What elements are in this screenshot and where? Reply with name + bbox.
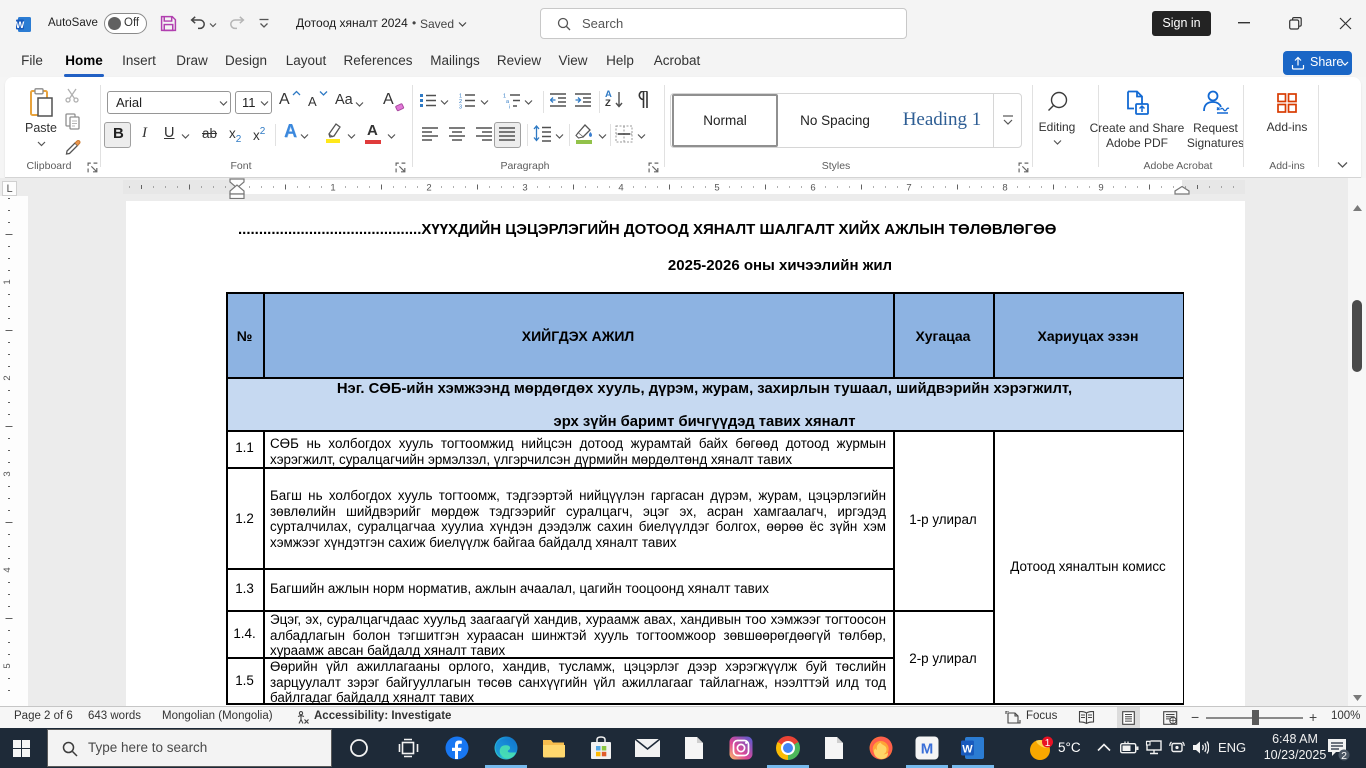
svg-text:3: 3 [522,183,527,194]
svg-text:M: M [921,741,934,758]
svg-text:3: 3 [2,471,13,476]
svg-text:6: 6 [810,183,815,194]
svg-text:4: 4 [2,567,13,572]
svg-text:2: 2 [1341,750,1347,761]
svg-text:W: W [16,20,25,30]
svg-text:8: 8 [1002,183,1007,194]
svg-text:7: 7 [906,183,911,194]
svg-text:2: 2 [426,183,431,194]
svg-text:1: 1 [1045,738,1051,749]
svg-text:2: 2 [2,375,13,380]
svg-text:4: 4 [618,183,623,194]
svg-text:9: 9 [1098,183,1103,194]
svg-text:3: 3 [459,105,462,110]
svg-text:5: 5 [2,663,13,668]
svg-text:1: 1 [330,183,335,194]
svg-text:W: W [962,744,973,756]
svg-text:i: i [509,105,510,110]
svg-text:5: 5 [714,183,719,194]
svg-text:1: 1 [2,279,13,284]
